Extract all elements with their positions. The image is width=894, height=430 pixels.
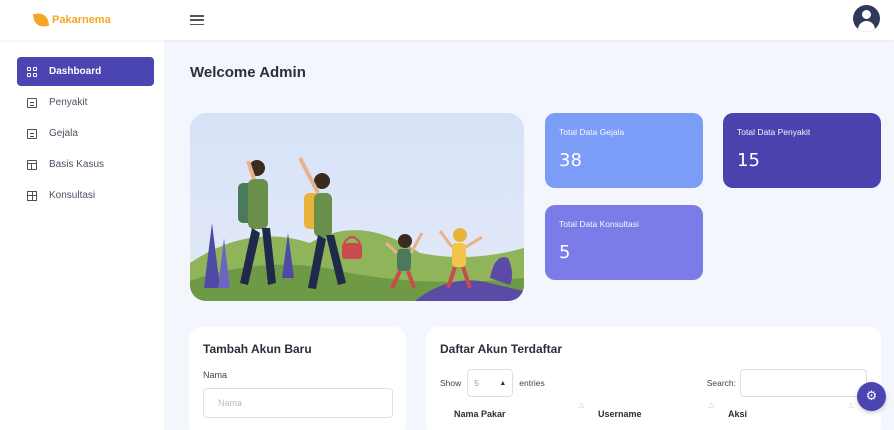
layout-icon <box>27 159 37 170</box>
sort-icon: △ <box>578 402 584 409</box>
stat-value: 5 <box>559 242 571 263</box>
table-icon <box>27 190 37 201</box>
brand[interactable]: Pakarnema <box>0 11 164 29</box>
entries-value: 5 <box>474 378 479 388</box>
entries-select[interactable]: 5 ▲︎ <box>467 369 514 397</box>
stat-card-konsultasi: Total Data Konsultasi 5 <box>545 205 703 280</box>
leaf-logo-icon <box>32 11 50 29</box>
sidebar-item-label: Penyakit <box>49 97 88 108</box>
page-title: Welcome Admin <box>190 64 306 81</box>
stat-label: Total Data Konsultasi <box>559 219 639 229</box>
hero-illustration <box>190 113 524 301</box>
brand-name: Pakarnema <box>52 14 111 26</box>
stat-label: Total Data Gejala <box>559 127 625 137</box>
sidebar-item-penyakit[interactable]: Penyakit <box>17 88 154 117</box>
user-avatar-icon[interactable] <box>853 5 880 32</box>
sidebar: Dashboard Penyakit Gejala Basis Kasus Ko… <box>0 40 164 430</box>
stat-card-gejala: Total Data Gejala 38 <box>545 113 703 188</box>
column-header-nama-pakar[interactable]: Nama Pakar △ <box>440 402 584 419</box>
grid-icon <box>27 66 37 77</box>
sort-icon: △ <box>848 402 854 409</box>
stat-card-penyakit: Total Data Penyakit 15 <box>723 113 881 188</box>
sidebar-item-label: Gejala <box>49 128 78 139</box>
sort-icon: △ <box>708 402 714 409</box>
table-header: Nama Pakar △ Username △ Aksi △ <box>440 402 867 419</box>
search-label: Search: <box>706 378 736 388</box>
sidebar-item-label: Dashboard <box>49 66 102 77</box>
settings-fab[interactable]: ⚙ <box>857 382 886 411</box>
sidebar-item-label: Konsultasi <box>49 190 96 201</box>
sidebar-item-gejala[interactable]: Gejala <box>17 119 154 148</box>
stat-value: 38 <box>559 150 582 171</box>
card-title: Daftar Akun Terdaftar <box>440 342 563 356</box>
sidebar-item-basis-kasus[interactable]: Basis Kasus <box>17 150 154 179</box>
column-header-username[interactable]: Username △ <box>584 402 714 419</box>
nama-label: Nama <box>203 370 228 380</box>
search-input[interactable] <box>740 369 867 397</box>
datatable-controls: Show 5 ▲︎ entries Search: <box>440 369 867 397</box>
hamburger-icon[interactable] <box>190 15 204 25</box>
document-icon <box>27 128 37 139</box>
show-label: Show <box>440 378 462 388</box>
sidebar-item-konsultasi[interactable]: Konsultasi <box>17 181 154 210</box>
gear-icon: ⚙ <box>865 389 878 404</box>
nama-input[interactable] <box>203 388 393 418</box>
card-title: Tambah Akun Baru <box>203 342 312 356</box>
add-account-card: Tambah Akun Baru Nama <box>189 327 406 430</box>
sort-arrows-icon: ▲︎ <box>499 379 507 387</box>
sidebar-item-dashboard[interactable]: Dashboard <box>17 57 154 86</box>
sidebar-item-label: Basis Kasus <box>49 159 105 170</box>
top-bar: Pakarnema <box>0 0 894 40</box>
stat-value: 15 <box>737 150 760 171</box>
document-icon <box>27 97 37 108</box>
registered-accounts-card: Daftar Akun Terdaftar Show 5 ▲︎ entries … <box>426 327 881 430</box>
stat-label: Total Data Penyakit <box>737 127 811 137</box>
column-header-aksi[interactable]: Aksi △ <box>714 402 854 419</box>
family-hiking-illustration <box>190 157 524 301</box>
entries-label: entries <box>519 378 545 388</box>
